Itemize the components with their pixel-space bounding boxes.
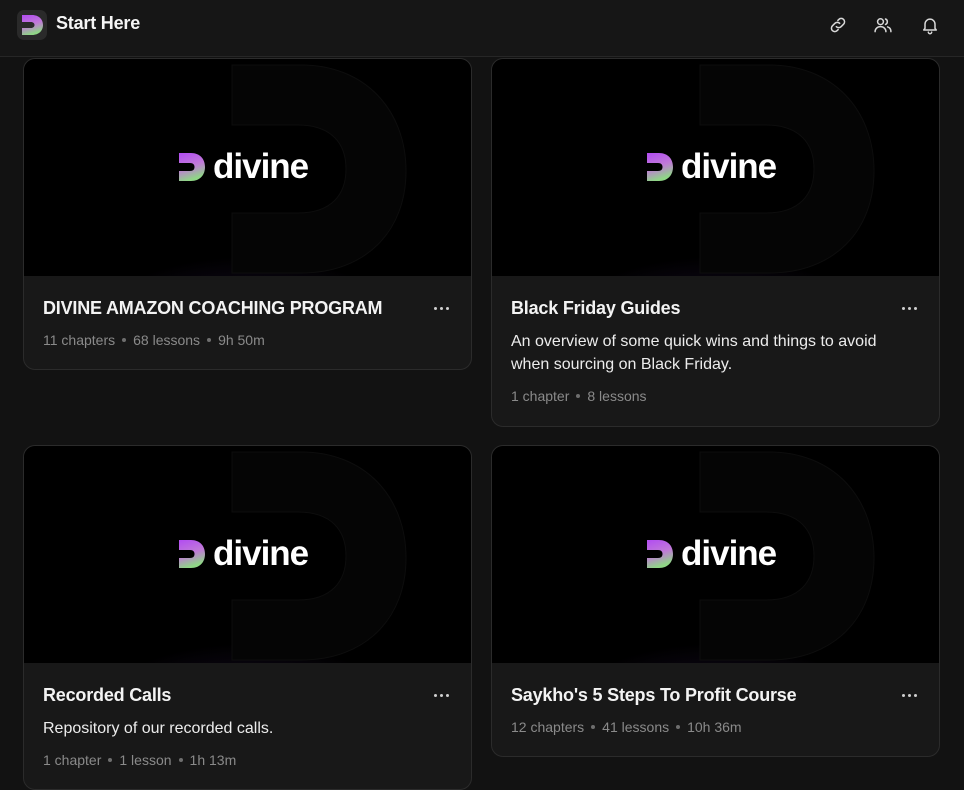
- course-thumbnail[interactable]: divine: [492, 446, 939, 663]
- course-title[interactable]: DIVINE AMAZON COACHING PROGRAM: [43, 296, 452, 320]
- users-icon[interactable]: [870, 12, 896, 38]
- bell-icon[interactable]: [917, 12, 943, 38]
- divine-wordmark: divine: [645, 534, 777, 574]
- divine-wordmark: divine: [177, 534, 309, 574]
- more-options-icon[interactable]: [897, 687, 921, 703]
- course-thumbnail[interactable]: divine: [492, 59, 939, 276]
- course-card[interactable]: divine Black Friday Guides An overview o…: [491, 58, 940, 427]
- divine-d-icon: [645, 538, 675, 570]
- divine-wordmark: divine: [645, 147, 777, 187]
- course-meta: 1 chapter 1 lesson 1h 13m: [43, 752, 237, 768]
- course-thumbnail[interactable]: divine: [24, 446, 471, 663]
- divine-d-icon: [645, 151, 675, 183]
- course-card[interactable]: divine Saykho's 5 Steps To Profit Course…: [491, 445, 940, 757]
- course-meta: 12 chapters 41 lessons 10h 36m: [511, 719, 742, 735]
- divine-d-icon: [177, 538, 207, 570]
- course-title[interactable]: Black Friday Guides: [511, 296, 920, 320]
- course-title[interactable]: Recorded Calls: [43, 683, 452, 707]
- more-options-icon[interactable]: [429, 300, 453, 316]
- page-title: Start Here: [56, 13, 141, 33]
- course-description: An overview of some quick wins and thing…: [511, 333, 877, 373]
- divine-logo-icon[interactable]: [17, 10, 47, 40]
- more-options-icon[interactable]: [897, 300, 921, 316]
- divine-wordmark: divine: [177, 147, 309, 187]
- course-title[interactable]: Saykho's 5 Steps To Profit Course: [511, 683, 920, 707]
- top-bar: Start Here: [0, 0, 964, 57]
- course-card[interactable]: divine Recorded Calls Repository of our …: [23, 445, 472, 790]
- more-options-icon[interactable]: [429, 687, 453, 703]
- course-meta: 11 chapters 68 lessons 9h 50m: [43, 332, 265, 348]
- course-thumbnail[interactable]: divine: [24, 59, 471, 276]
- course-description: Repository of our recorded calls.: [43, 720, 274, 737]
- course-card[interactable]: divine DIVINE AMAZON COACHING PROGRAM 11…: [23, 58, 472, 370]
- course-meta: 1 chapter 8 lessons: [511, 388, 647, 404]
- link-icon[interactable]: [825, 12, 851, 38]
- divine-d-icon: [177, 151, 207, 183]
